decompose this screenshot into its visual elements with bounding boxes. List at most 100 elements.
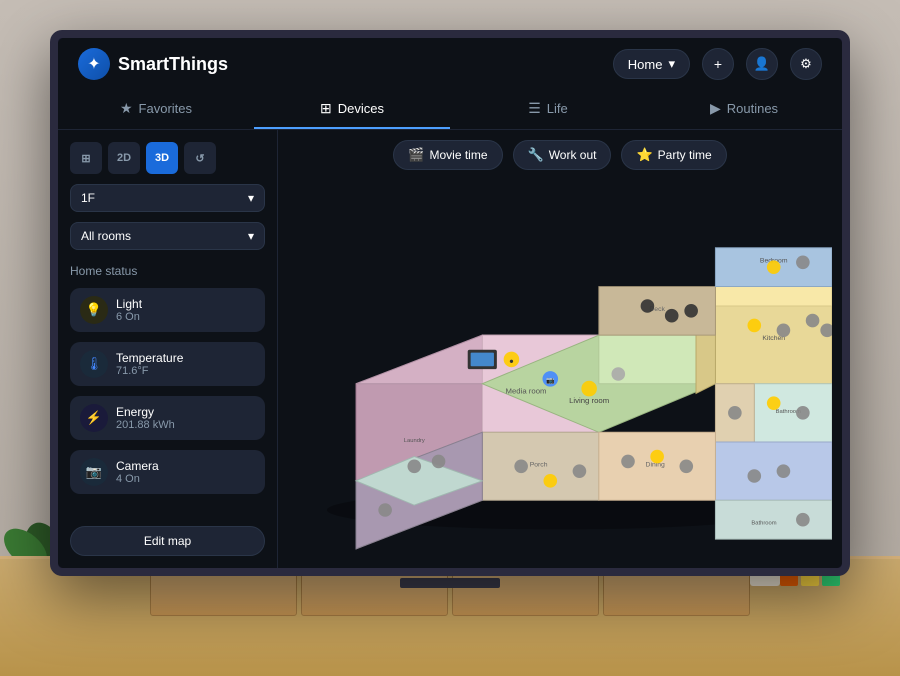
living-room-label: Living room <box>569 396 609 405</box>
device-pin-28[interactable] <box>378 503 392 517</box>
tab-routines-label: Routines <box>727 101 778 116</box>
status-light[interactable]: 💡 Light 6 On <box>70 288 265 332</box>
status-energy[interactable]: ⚡ Energy 201.88 kWh <box>70 396 265 440</box>
room-dropdown-icon: ▾ <box>248 229 254 243</box>
laundry-label: Laundry <box>404 438 425 444</box>
tab-routines[interactable]: ▶ Routines <box>646 90 842 129</box>
device-pin-4[interactable] <box>611 367 625 381</box>
home-label: Home <box>628 57 663 72</box>
floor-selector[interactable]: 1F ▾ <box>70 184 265 212</box>
temperature-info: Temperature 71.6°F <box>116 351 183 377</box>
nav-tabs: ★ Favorites ⊞ Devices ☰ Life ▶ Routines <box>58 90 842 130</box>
room-selector[interactable]: All rooms ▾ <box>70 222 265 250</box>
device-pin-14[interactable] <box>728 406 742 420</box>
device-pin-12[interactable] <box>767 260 781 274</box>
header-controls: Home ▾ + 👤 ⚙ <box>613 48 822 80</box>
floor-plan-container: Media room Living room Kitchen Deck Bedr… <box>278 180 842 568</box>
tab-life[interactable]: ☰ Life <box>450 90 646 129</box>
tab-devices-label: Devices <box>338 101 384 116</box>
device-pin-15[interactable] <box>767 396 781 410</box>
device-pin-18[interactable] <box>543 474 557 488</box>
camera-info: Camera 4 On <box>116 459 159 485</box>
light-icon: 💡 <box>80 296 108 324</box>
device-pin-22[interactable] <box>679 459 693 473</box>
home-dropdown-icon: ▾ <box>668 56 675 72</box>
app-header: ✦ SmartThings Home ▾ + 👤 <box>58 38 842 90</box>
add-button[interactable]: + <box>702 48 734 80</box>
device-pin-19[interactable] <box>573 464 587 478</box>
work-out-label: Work out <box>549 148 597 162</box>
floor-dropdown-icon: ▾ <box>248 191 254 205</box>
device-pin-7[interactable] <box>684 304 698 318</box>
room-label: All rooms <box>81 229 131 243</box>
tv-screen: ✦ SmartThings Home ▾ + 👤 <box>58 38 842 568</box>
logo-icon: ✦ <box>78 48 110 80</box>
device-pin-23[interactable] <box>747 469 761 483</box>
movie-time-button[interactable]: 🎬 Movie time <box>393 140 502 170</box>
history-icon: ↺ <box>195 152 204 165</box>
device-pin-9[interactable] <box>777 323 791 337</box>
device-pin-13[interactable] <box>796 255 810 269</box>
pin-icon-2: 📷 <box>546 378 555 385</box>
device-pin-6[interactable] <box>665 309 679 323</box>
device-pin-21[interactable] <box>650 450 664 464</box>
device-pin-17[interactable] <box>514 459 528 473</box>
party-time-label: Party time <box>658 148 712 162</box>
device-pin-3[interactable] <box>581 381 597 397</box>
home-selector[interactable]: Home ▾ <box>613 49 690 79</box>
device-pin-16[interactable] <box>796 406 810 420</box>
3d-view-button[interactable]: 3D <box>146 142 178 174</box>
tab-devices[interactable]: ⊞ Devices <box>254 90 450 129</box>
temperature-icon: 🌡 <box>80 350 108 378</box>
wall-background: ✏ ✦ SmartThings Home ▾ <box>0 0 900 676</box>
temperature-name: Temperature <box>116 351 183 365</box>
device-pin-24[interactable] <box>777 464 791 478</box>
device-pin-10[interactable] <box>806 314 820 328</box>
main-content: ⊞ 2D 3D ↺ 1F <box>58 130 842 568</box>
party-icon: ⭐ <box>636 147 652 163</box>
3d-label: 3D <box>155 152 169 164</box>
energy-value: 201.88 kWh <box>116 419 175 431</box>
device-pin-8[interactable] <box>747 319 761 333</box>
2d-view-button[interactable]: 2D <box>108 142 140 174</box>
media-room-label: Media room <box>505 386 546 395</box>
settings-button[interactable]: ⚙ <box>790 48 822 80</box>
favorites-icon: ★ <box>120 100 133 117</box>
device-pin-5[interactable] <box>641 299 655 313</box>
movie-icon: 🎬 <box>408 147 424 163</box>
device-pin-27[interactable] <box>432 455 446 469</box>
tab-favorites[interactable]: ★ Favorites <box>58 90 254 129</box>
work-out-button[interactable]: 🔧 Work out <box>513 140 612 170</box>
edit-map-button[interactable]: Edit map <box>70 526 265 556</box>
movie-time-label: Movie time <box>429 148 487 162</box>
history-button[interactable]: ↺ <box>184 142 216 174</box>
kitchen-top <box>715 287 832 306</box>
party-time-button[interactable]: ⭐ Party time <box>621 140 726 170</box>
devices-icon: ⊞ <box>320 100 332 117</box>
app-name: SmartThings <box>118 54 228 75</box>
floor-label: 1F <box>81 191 95 205</box>
bedroom-lower-floor <box>715 442 832 500</box>
media-tv-screen <box>471 353 494 367</box>
routines-icon: ▶ <box>710 100 721 117</box>
status-temperature[interactable]: 🌡 Temperature 71.6°F <box>70 342 265 386</box>
camera-name: Camera <box>116 459 159 473</box>
device-pin-20[interactable] <box>621 455 635 469</box>
status-camera[interactable]: 📷 Camera 4 On <box>70 450 265 494</box>
profile-button[interactable]: 👤 <box>746 48 778 80</box>
floor-plan-svg: Media room Living room Kitchen Deck Bedr… <box>288 190 832 558</box>
bathroom-lower-label: Bathroom <box>751 521 776 527</box>
home-status-section-label: Home status <box>70 264 265 278</box>
pin-icon-1: ● <box>509 356 514 365</box>
scene-toolbar: 🎬 Movie time 🔧 Work out ⭐ Party time <box>278 130 842 180</box>
light-info: Light 6 On <box>116 297 142 323</box>
device-pin-25[interactable] <box>796 513 810 527</box>
app-logo: ✦ SmartThings <box>78 48 228 80</box>
sidebar: ⊞ 2D 3D ↺ 1F <box>58 130 278 568</box>
map-area: 🎬 Movie time 🔧 Work out ⭐ Party time <box>278 130 842 568</box>
camera-icon: 📷 <box>80 458 108 486</box>
device-pin-26[interactable] <box>407 459 421 473</box>
energy-icon: ⚡ <box>80 404 108 432</box>
grid-view-button[interactable]: ⊞ <box>70 142 102 174</box>
camera-value: 4 On <box>116 473 159 485</box>
